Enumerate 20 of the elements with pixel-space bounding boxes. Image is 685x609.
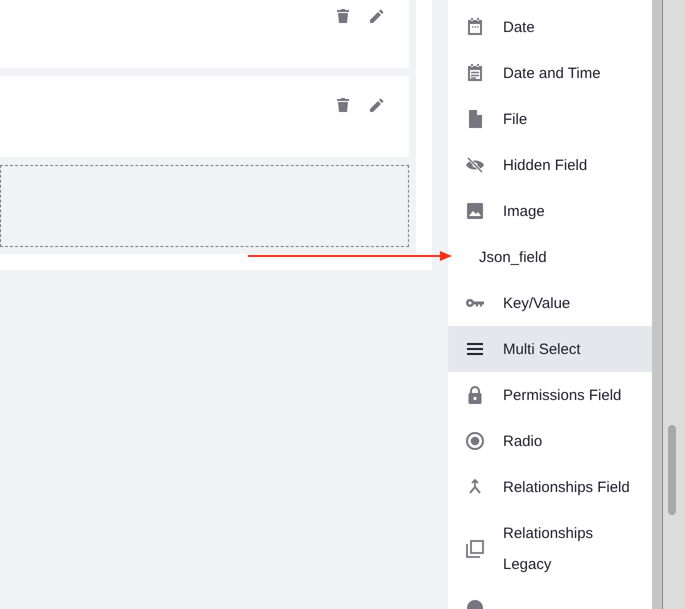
menu-item[interactable]: Permissions Field (448, 372, 652, 418)
radio-icon (465, 431, 485, 451)
menu-item[interactable]: Relationships Legacy (448, 510, 652, 588)
image-icon (465, 201, 485, 221)
menu-item[interactable]: Date and Time (448, 50, 652, 96)
menu-item[interactable]: Radio (448, 418, 652, 464)
scrollbar[interactable] (652, 0, 662, 609)
menu-item[interactable]: Relationships Field (448, 464, 652, 510)
eye-slash-icon (465, 155, 485, 175)
calendar-icon (465, 63, 485, 83)
menu-item[interactable]: Date (448, 4, 652, 50)
menu-item[interactable]: File (448, 96, 652, 142)
menu-item[interactable]: Multi Select (448, 326, 652, 372)
menu-item[interactable]: Key/Value (448, 280, 652, 326)
scrollbar-thumb[interactable] (668, 425, 676, 515)
menu-item[interactable]: Image (448, 188, 652, 234)
menu-item[interactable]: Hidden Field (448, 142, 652, 188)
calendar-icon (465, 17, 485, 37)
copy-icon (465, 539, 485, 559)
menu-item[interactable]: Json_field (448, 234, 652, 280)
